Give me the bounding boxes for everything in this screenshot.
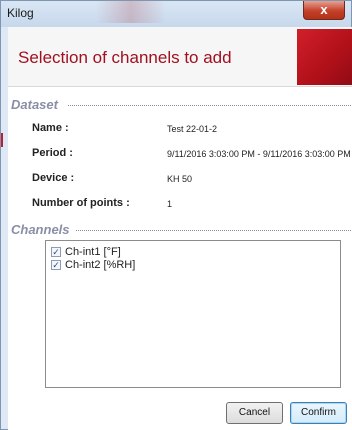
- confirm-button[interactable]: Confirm: [290, 402, 347, 424]
- dialog-heading: Selection of channels to add: [18, 48, 232, 67]
- channel-item-ch-int1[interactable]: ✓ Ch-int1 [°F]: [51, 246, 121, 258]
- channels-section-divider: [76, 230, 352, 231]
- number-of-points-label: Number of points :: [32, 197, 130, 209]
- name-value: Test 22-01-2: [167, 124, 218, 134]
- period-value: 9/11/2016 3:03:00 PM - 9/11/2016 3:03:00…: [167, 149, 351, 159]
- check-icon: ✓: [52, 260, 60, 270]
- brand-accent-block: [297, 29, 352, 85]
- ch-int1-checkbox[interactable]: ✓: [51, 247, 61, 257]
- device-label: Device :: [32, 172, 75, 184]
- close-icon: x: [320, 2, 328, 17]
- number-of-points-value: 1: [167, 199, 173, 209]
- header-banner: Selection of channels to add: [8, 27, 352, 87]
- channel-label: Ch-int1 [°F]: [65, 246, 121, 258]
- device-value: KH 50: [167, 174, 193, 184]
- title-bar[interactable]: Kilog x: [1, 1, 351, 27]
- window-edge-marker: [1, 133, 3, 147]
- cancel-button[interactable]: Cancel: [226, 402, 283, 424]
- dataset-section-divider: [68, 105, 352, 106]
- close-button[interactable]: x: [303, 1, 345, 20]
- channels-section-title: Channels: [11, 222, 70, 237]
- dialog-content: Selection of channels to add Dataset Nam…: [8, 27, 352, 430]
- check-icon: ✓: [52, 247, 60, 257]
- name-label: Name :: [32, 122, 69, 134]
- channel-label: Ch-int2 [%RH]: [65, 259, 136, 271]
- dataset-section-title: Dataset: [11, 97, 58, 112]
- title-bar-glass: [96, 1, 166, 23]
- channel-item-ch-int2[interactable]: ✓ Ch-int2 [%RH]: [51, 259, 135, 271]
- ch-int2-checkbox[interactable]: ✓: [51, 260, 61, 270]
- channel-list[interactable]: ✓ Ch-int1 [°F] ✓ Ch-int2 [%RH]: [45, 240, 341, 388]
- dialog-window: Kilog x Selection of channels to add Dat…: [0, 0, 352, 430]
- period-label: Period :: [32, 147, 73, 159]
- window-title: Kilog: [7, 6, 34, 20]
